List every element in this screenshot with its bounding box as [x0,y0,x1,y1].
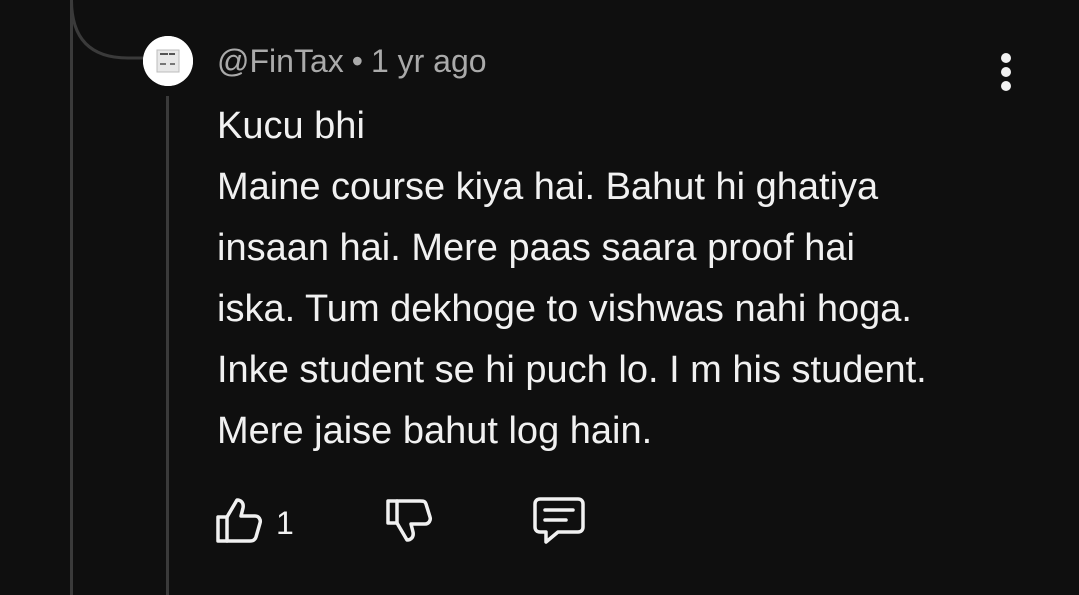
comment-line: Mere jaise bahut log hain. [217,410,653,452]
thread-line-reply [166,96,169,595]
comment-thread: @FinTax • 1 yr ago Kucu bhi Maine course k… [0,0,1079,595]
avatar-image [143,36,193,86]
comment-line: Maine course kiya hai. Bahut hi ghatiya [217,166,879,208]
thread-line-parent [70,0,73,595]
comment-line: insaan hai. Mere paas saara proof hai [217,227,855,269]
thumbs-up-icon [216,498,262,543]
thread-connector [70,0,148,60]
author-handle[interactable]: @FinTax [217,43,344,79]
more-vertical-icon-dot [1001,81,1011,91]
more-options-button[interactable] [990,48,1024,96]
comment-line: iska. Tum dekhoge to vishwas nahi hoga. [217,288,912,330]
meta-separator: • [351,43,363,79]
comment-meta: @FinTax • 1 yr ago [217,42,487,80]
like-button[interactable]: 1 [214,495,294,550]
like-count: 1 [276,505,294,541]
comment-line: Inke student se hi puch lo. I m his stud… [217,349,927,391]
dislike-button[interactable] [384,495,434,550]
avatar[interactable] [143,36,193,86]
thumbs-down-icon [386,499,432,542]
comment-line: Kucu bhi [217,105,365,147]
comment-text: Kucu bhi Maine course kiya hai. Bahut hi… [217,96,1037,462]
reply-button[interactable] [532,495,586,552]
reply-comment-icon [533,497,585,544]
comment-timestamp[interactable]: 1 yr ago [371,43,487,79]
more-vertical-icon-dot [1001,67,1011,77]
more-vertical-icon [1001,53,1011,63]
